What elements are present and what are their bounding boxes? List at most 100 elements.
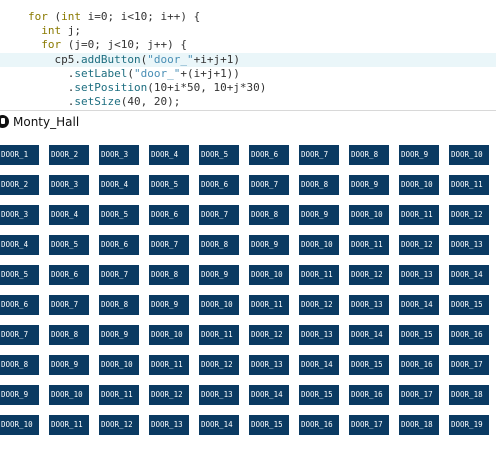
door-button[interactable]: DOOR_15 [449,295,489,315]
door-button[interactable]: DOOR_6 [49,265,89,285]
window-title-bar[interactable]: Monty_Hall [0,110,496,134]
door-button[interactable]: DOOR_10 [299,235,339,255]
door-button[interactable]: DOOR_9 [249,235,289,255]
door-button[interactable]: DOOR_10 [399,175,439,195]
door-button[interactable]: DOOR_4 [99,175,139,195]
code-line[interactable]: .setLabel("door_"+(i+j+1)) [0,67,496,81]
door-button[interactable]: DOOR_1 [0,145,39,165]
door-button[interactable]: DOOR_14 [199,415,239,435]
code-line[interactable]: .setSize(40, 20); [0,95,496,109]
door-button[interactable]: DOOR_8 [249,205,289,225]
door-button[interactable]: DOOR_14 [349,325,389,345]
door-button[interactable]: DOOR_14 [399,295,439,315]
door-button[interactable]: DOOR_8 [0,355,39,375]
door-button[interactable]: DOOR_10 [449,145,489,165]
door-button[interactable]: DOOR_2 [0,175,39,195]
door-button[interactable]: DOOR_14 [249,385,289,405]
door-button[interactable]: DOOR_16 [299,415,339,435]
door-button[interactable]: DOOR_5 [49,235,89,255]
door-button[interactable]: DOOR_15 [249,415,289,435]
door-button[interactable]: DOOR_4 [149,145,189,165]
door-button[interactable]: DOOR_12 [199,355,239,375]
door-button[interactable]: DOOR_13 [349,295,389,315]
door-button[interactable]: DOOR_5 [199,145,239,165]
door-button[interactable]: DOOR_18 [399,415,439,435]
door-button[interactable]: DOOR_4 [49,205,89,225]
door-button[interactable]: DOOR_13 [449,235,489,255]
door-button[interactable]: DOOR_18 [449,385,489,405]
door-button[interactable]: DOOR_5 [99,205,139,225]
sketch-canvas[interactable]: DOOR_1 DOOR_2 DOOR_3 DOOR_4 DOOR_5 DOOR_6 DOOR… [0,133,496,449]
code-line[interactable]: cp5.addButton("door_"+i+j+1) [0,52,496,67]
code-line[interactable]: .setPosition(10+i*50, 10+j*30) [0,81,496,95]
door-button[interactable]: DOOR_13 [249,355,289,375]
door-button[interactable]: DOOR_2 [49,145,89,165]
door-button[interactable]: DOOR_7 [49,295,89,315]
door-button[interactable]: DOOR_9 [49,355,89,375]
door-button[interactable]: DOOR_13 [399,265,439,285]
door-button[interactable]: DOOR_14 [449,265,489,285]
door-button[interactable]: DOOR_12 [99,415,139,435]
door-button[interactable]: DOOR_10 [349,205,389,225]
code-line[interactable]: int j; [0,24,496,38]
door-button[interactable]: DOOR_6 [0,295,39,315]
door-button[interactable]: DOOR_3 [0,205,39,225]
door-button[interactable]: DOOR_12 [449,205,489,225]
door-button[interactable]: DOOR_15 [349,355,389,375]
door-button[interactable]: DOOR_8 [299,175,339,195]
door-button[interactable]: DOOR_10 [149,325,189,345]
door-button[interactable]: DOOR_17 [399,385,439,405]
door-button[interactable]: DOOR_8 [199,235,239,255]
door-button[interactable]: DOOR_5 [0,265,39,285]
door-button[interactable]: DOOR_16 [399,355,439,375]
door-button[interactable]: DOOR_16 [449,325,489,345]
door-button[interactable]: DOOR_10 [249,265,289,285]
door-button[interactable]: DOOR_10 [49,385,89,405]
door-button[interactable]: DOOR_11 [299,265,339,285]
door-button[interactable]: DOOR_7 [99,265,139,285]
door-button[interactable]: DOOR_10 [0,415,39,435]
door-button[interactable]: DOOR_7 [299,145,339,165]
door-button[interactable]: DOOR_4 [0,235,39,255]
door-button[interactable]: DOOR_15 [299,385,339,405]
code-line[interactable]: for (int i=0; i<10; i++) { [0,10,496,24]
door-button[interactable]: DOOR_9 [0,385,39,405]
door-button[interactable]: DOOR_7 [0,325,39,345]
door-button[interactable]: DOOR_9 [299,205,339,225]
door-button[interactable]: DOOR_17 [449,355,489,375]
door-button[interactable]: DOOR_7 [249,175,289,195]
door-button[interactable]: DOOR_11 [449,175,489,195]
door-button[interactable]: DOOR_12 [349,265,389,285]
door-button[interactable]: DOOR_12 [149,385,189,405]
door-button[interactable]: DOOR_3 [99,145,139,165]
door-button[interactable]: DOOR_11 [99,385,139,405]
door-button[interactable]: DOOR_12 [249,325,289,345]
door-button[interactable]: DOOR_6 [199,175,239,195]
door-button[interactable]: DOOR_11 [399,205,439,225]
door-button[interactable]: DOOR_19 [449,415,489,435]
door-button[interactable]: DOOR_16 [349,385,389,405]
door-button[interactable]: DOOR_11 [49,415,89,435]
door-button[interactable]: DOOR_9 [149,295,189,315]
door-button[interactable]: DOOR_9 [199,265,239,285]
door-button[interactable]: DOOR_5 [149,175,189,195]
door-button[interactable]: DOOR_13 [149,415,189,435]
door-button[interactable]: DOOR_13 [199,385,239,405]
door-button[interactable]: DOOR_11 [199,325,239,345]
door-button[interactable]: DOOR_11 [349,235,389,255]
door-button[interactable]: DOOR_7 [149,235,189,255]
door-button[interactable]: DOOR_10 [99,355,139,375]
door-button[interactable]: DOOR_6 [99,235,139,255]
door-button[interactable]: DOOR_12 [399,235,439,255]
door-button[interactable]: DOOR_12 [299,295,339,315]
door-button[interactable]: DOOR_7 [199,205,239,225]
door-button[interactable]: DOOR_9 [349,175,389,195]
door-button[interactable]: DOOR_17 [349,415,389,435]
door-button[interactable]: DOOR_15 [399,325,439,345]
door-button[interactable]: DOOR_9 [399,145,439,165]
door-button[interactable]: DOOR_6 [149,205,189,225]
door-button[interactable]: DOOR_9 [99,325,139,345]
door-button[interactable]: DOOR_6 [249,145,289,165]
door-button[interactable]: DOOR_8 [349,145,389,165]
door-button[interactable]: DOOR_11 [249,295,289,315]
